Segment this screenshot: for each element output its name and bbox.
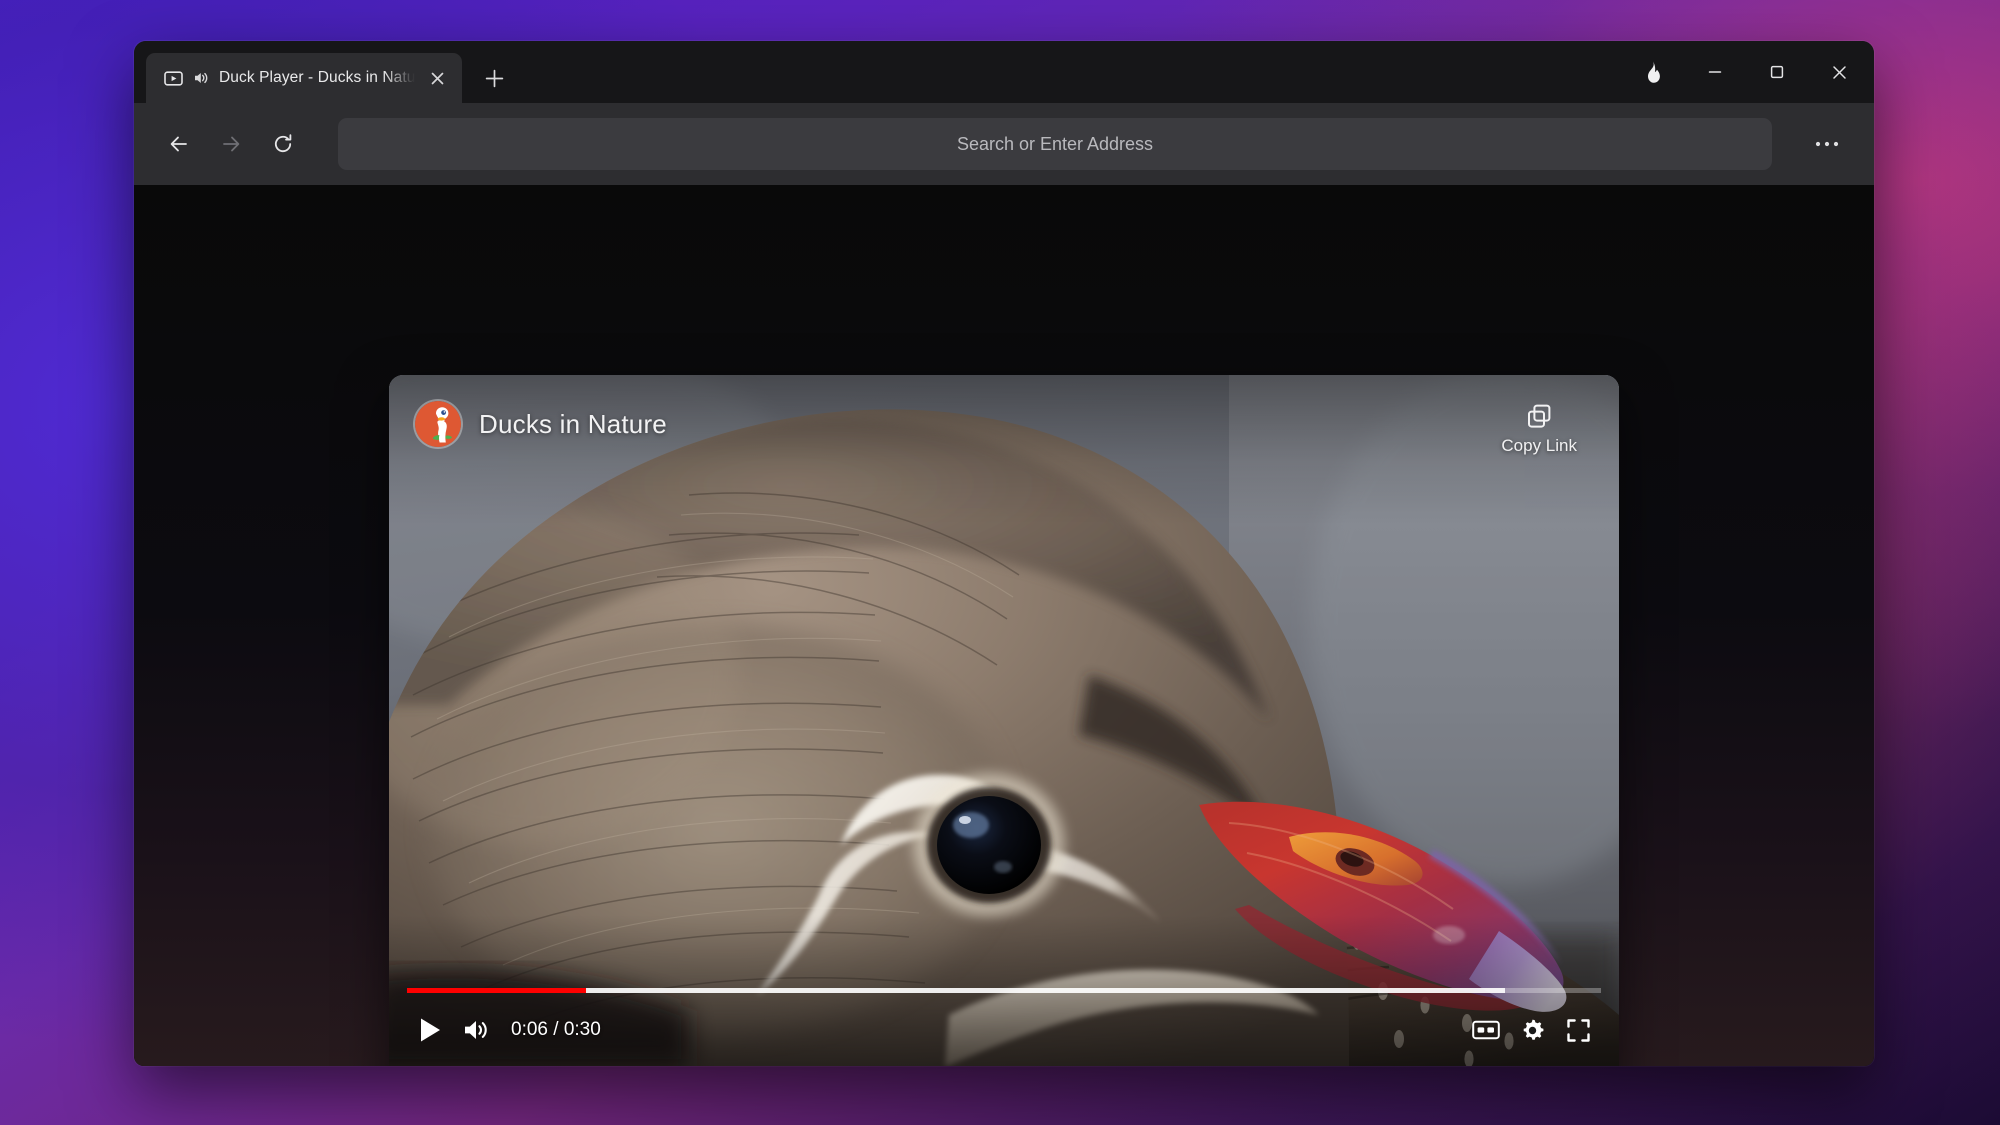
tab-strip: Duck Player - Ducks in Nature bbox=[134, 41, 1874, 103]
video-stage[interactable]: Ducks in Nature Copy Link 0:06 / 0:30 bbox=[389, 375, 1619, 1066]
volume-button[interactable] bbox=[453, 1007, 499, 1053]
address-bar[interactable] bbox=[338, 118, 1772, 170]
video-controls: 0:06 / 0:30 bbox=[389, 988, 1619, 1066]
time-display: 0:06 / 0:30 bbox=[511, 1019, 601, 1040]
video-player-icon bbox=[164, 69, 183, 88]
duckduckgo-logo-icon bbox=[415, 401, 461, 447]
closed-captions-button[interactable] bbox=[1463, 1007, 1509, 1053]
page-content: Ducks in Nature Copy Link 0:06 / 0:30 bbox=[134, 185, 1874, 1066]
search-input[interactable] bbox=[338, 118, 1772, 170]
back-button[interactable] bbox=[156, 121, 202, 167]
navigation-toolbar bbox=[134, 103, 1874, 185]
tab-title: Duck Player - Ducks in Nature bbox=[219, 69, 415, 86]
browser-window: Duck Player - Ducks in Nature Search or … bbox=[134, 41, 1874, 1066]
maximize-button[interactable] bbox=[1746, 45, 1808, 99]
play-button[interactable] bbox=[407, 1007, 453, 1053]
window-controls bbox=[1622, 41, 1874, 103]
copy-icon bbox=[1526, 403, 1553, 430]
copy-link-button[interactable]: Copy Link bbox=[1493, 399, 1585, 460]
desktop-wallpaper: Duck Player - Ducks in Nature Search or … bbox=[0, 0, 2000, 1125]
progress-bar[interactable] bbox=[407, 988, 1601, 993]
video-title: Ducks in Nature bbox=[479, 408, 667, 439]
controls-row: 0:06 / 0:30 bbox=[407, 1007, 1601, 1053]
fullscreen-button[interactable] bbox=[1555, 1007, 1601, 1053]
video-header: Ducks in Nature bbox=[415, 401, 667, 447]
tab-close-button[interactable] bbox=[424, 65, 450, 91]
more-menu-button[interactable] bbox=[1804, 121, 1850, 167]
close-button[interactable] bbox=[1808, 45, 1870, 99]
copy-link-label: Copy Link bbox=[1501, 436, 1577, 455]
player-settings-gear-icon[interactable] bbox=[1509, 1007, 1555, 1053]
progress-played bbox=[407, 988, 587, 993]
browser-tab[interactable]: Duck Player - Ducks in Nature bbox=[146, 53, 462, 103]
fire-button-icon[interactable] bbox=[1622, 45, 1684, 99]
forward-button[interactable] bbox=[208, 121, 254, 167]
reload-button[interactable] bbox=[260, 121, 306, 167]
new-tab-button[interactable] bbox=[474, 58, 514, 98]
minimize-button[interactable] bbox=[1684, 45, 1746, 99]
video-frame-image bbox=[389, 375, 1619, 1066]
speaker-playing-icon[interactable] bbox=[192, 69, 210, 87]
duck-player-card: Ducks in Nature Copy Link 0:06 / 0:30 bbox=[389, 375, 1619, 1066]
